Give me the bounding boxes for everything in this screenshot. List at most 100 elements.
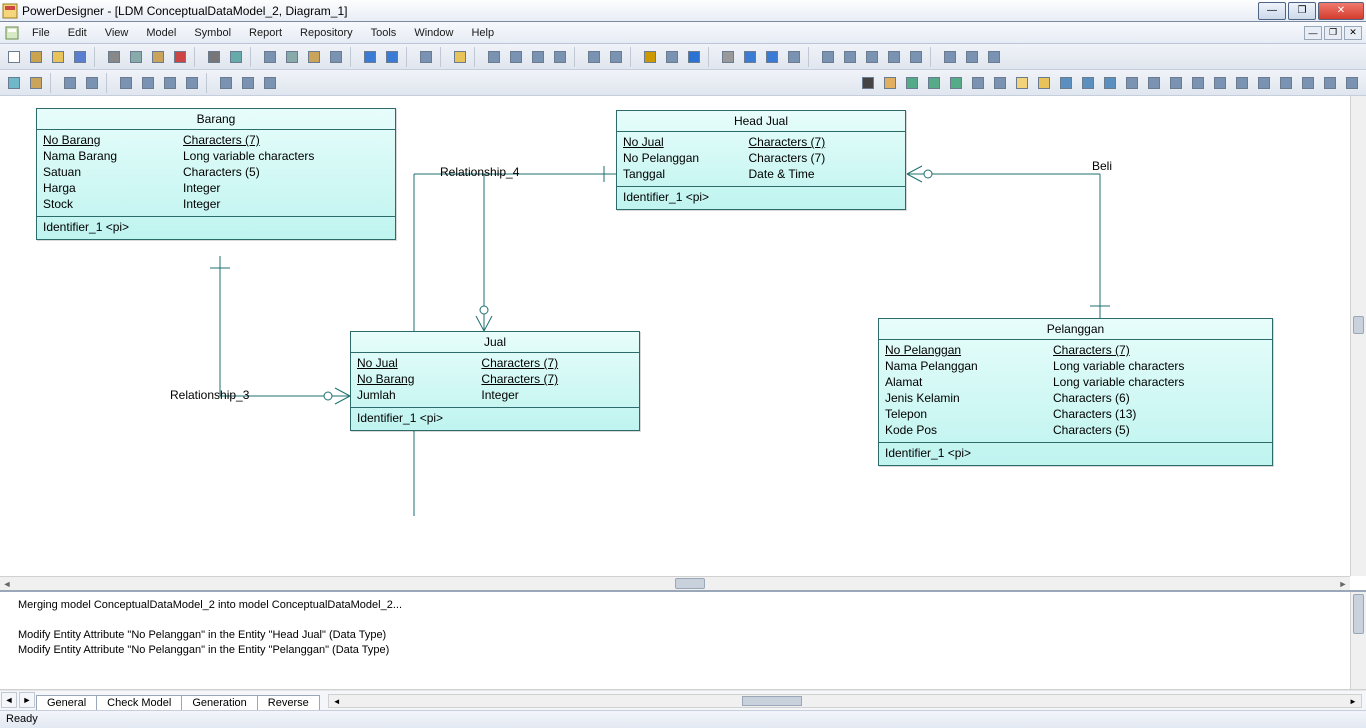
entity-headjual[interactable]: Head Jual No JualCharacters (7)No Pelang… bbox=[616, 110, 906, 210]
entity-barang-attr-2[interactable]: SatuanCharacters (5) bbox=[43, 164, 389, 180]
pkg2-icon[interactable] bbox=[238, 73, 258, 93]
menu-view[interactable]: View bbox=[97, 24, 137, 42]
cube-icon[interactable] bbox=[26, 73, 46, 93]
delete-icon[interactable] bbox=[170, 47, 190, 67]
zoomout-icon[interactable] bbox=[924, 73, 944, 93]
palette3-icon[interactable] bbox=[984, 47, 1004, 67]
diag1-icon[interactable] bbox=[116, 73, 136, 93]
redo-icon[interactable] bbox=[382, 47, 402, 67]
mdi-minimize-button[interactable]: — bbox=[1304, 26, 1322, 40]
entity-jual-attr-2[interactable]: JumlahInteger bbox=[357, 387, 633, 403]
pkg1-icon[interactable] bbox=[216, 73, 236, 93]
output-icon[interactable] bbox=[506, 47, 526, 67]
entity-jual-attr-0[interactable]: No JualCharacters (7) bbox=[357, 355, 633, 371]
grid5-icon[interactable] bbox=[906, 47, 926, 67]
project-icon[interactable] bbox=[26, 47, 46, 67]
cancel-icon[interactable] bbox=[326, 47, 346, 67]
zoomin-icon[interactable] bbox=[902, 73, 922, 93]
connector-icon[interactable] bbox=[1166, 73, 1186, 93]
curve-icon[interactable] bbox=[1254, 73, 1274, 93]
cut-icon[interactable] bbox=[104, 47, 124, 67]
entity-barang-attr-0[interactable]: No BarangCharacters (7) bbox=[43, 132, 389, 148]
output-tab-reverse[interactable]: Reverse bbox=[257, 695, 320, 710]
menu-repository[interactable]: Repository bbox=[292, 24, 361, 42]
lock-icon[interactable] bbox=[718, 47, 738, 67]
entity-pelanggan-attr-3[interactable]: Jenis KelaminCharacters (6) bbox=[885, 390, 1266, 406]
edit-icon[interactable] bbox=[640, 47, 660, 67]
grid4-icon[interactable] bbox=[884, 47, 904, 67]
doc-icon[interactable] bbox=[1122, 73, 1142, 93]
props-icon[interactable] bbox=[416, 47, 436, 67]
paste2-icon[interactable] bbox=[304, 47, 324, 67]
import1-icon[interactable] bbox=[60, 73, 80, 93]
output-tab-generation[interactable]: Generation bbox=[181, 695, 257, 710]
menu-model[interactable]: Model bbox=[138, 24, 184, 42]
menu-report[interactable]: Report bbox=[241, 24, 290, 42]
entity-headjual-attr-2[interactable]: TanggalDate & Time bbox=[623, 166, 899, 182]
cylinder-icon[interactable] bbox=[4, 73, 24, 93]
scissors-icon[interactable] bbox=[260, 47, 280, 67]
canvas-horizontal-scrollbar[interactable]: ◄ ► bbox=[0, 576, 1350, 590]
paste-icon[interactable] bbox=[148, 47, 168, 67]
entity-barang[interactable]: Barang No BarangCharacters (7)Nama Baran… bbox=[36, 108, 396, 240]
entity-headjual-attr-1[interactable]: No PelangganCharacters (7) bbox=[623, 150, 899, 166]
text-icon[interactable] bbox=[684, 47, 704, 67]
preview-icon[interactable] bbox=[226, 47, 246, 67]
rect-icon[interactable] bbox=[1188, 73, 1208, 93]
print-icon[interactable] bbox=[204, 47, 224, 67]
menu-file[interactable]: File bbox=[24, 24, 58, 42]
find-icon[interactable] bbox=[450, 47, 470, 67]
copy2-icon[interactable] bbox=[282, 47, 302, 67]
maximize-button[interactable]: ❐ bbox=[1288, 2, 1316, 20]
grid1-icon[interactable] bbox=[818, 47, 838, 67]
output-tab-prev-button[interactable]: ◄ bbox=[1, 692, 17, 708]
palette2-icon[interactable] bbox=[962, 47, 982, 67]
note-icon[interactable] bbox=[1012, 73, 1032, 93]
save-icon[interactable] bbox=[70, 47, 90, 67]
diag2-icon[interactable] bbox=[138, 73, 158, 93]
import2-icon[interactable] bbox=[82, 73, 102, 93]
pointer-icon[interactable] bbox=[858, 73, 878, 93]
menu-edit[interactable]: Edit bbox=[60, 24, 95, 42]
wizard2-icon[interactable] bbox=[606, 47, 626, 67]
folder-icon[interactable] bbox=[1034, 73, 1054, 93]
copy-icon[interactable] bbox=[126, 47, 146, 67]
browser-icon[interactable] bbox=[484, 47, 504, 67]
rrect2-icon[interactable] bbox=[1320, 73, 1340, 93]
entity-barang-attr-3[interactable]: HargaInteger bbox=[43, 180, 389, 196]
output-tab-next-button[interactable]: ► bbox=[19, 692, 35, 708]
rrect-icon[interactable] bbox=[1298, 73, 1318, 93]
home-icon[interactable] bbox=[968, 73, 988, 93]
link3-icon[interactable] bbox=[1100, 73, 1120, 93]
grid3-icon[interactable] bbox=[862, 47, 882, 67]
zoom-icon[interactable] bbox=[946, 73, 966, 93]
ellipse-icon[interactable] bbox=[1276, 73, 1296, 93]
entity-barang-attr-4[interactable]: StockInteger bbox=[43, 196, 389, 212]
left-arrow-icon[interactable] bbox=[740, 47, 760, 67]
entity-pelanggan-attr-1[interactable]: Nama PelangganLong variable characters bbox=[885, 358, 1266, 374]
hand-icon[interactable] bbox=[880, 73, 900, 93]
relationship-4-label[interactable]: Relationship_4 bbox=[440, 165, 519, 179]
polyline-icon[interactable] bbox=[1342, 73, 1362, 93]
right-arrow-icon[interactable] bbox=[762, 47, 782, 67]
canvas-vertical-scrollbar[interactable] bbox=[1350, 96, 1366, 576]
entity-pelanggan-attr-2[interactable]: AlamatLong variable characters bbox=[885, 374, 1266, 390]
rect2-icon[interactable] bbox=[1210, 73, 1230, 93]
output-horizontal-scrollbar[interactable]: ◄ ► bbox=[328, 694, 1362, 708]
line-icon[interactable] bbox=[1232, 73, 1252, 93]
welcome-icon[interactable] bbox=[550, 47, 570, 67]
menu-window[interactable]: Window bbox=[406, 24, 461, 42]
highlight-icon[interactable] bbox=[662, 47, 682, 67]
palette1-icon[interactable] bbox=[940, 47, 960, 67]
output-tab-check-model[interactable]: Check Model bbox=[96, 695, 182, 710]
pkg3-icon[interactable] bbox=[260, 73, 280, 93]
undo-icon[interactable] bbox=[360, 47, 380, 67]
menu-symbol[interactable]: Symbol bbox=[186, 24, 239, 42]
relationship-3-label[interactable]: Relationship_3 bbox=[170, 388, 249, 402]
entity-pelanggan[interactable]: Pelanggan No PelangganCharacters (7)Nama… bbox=[878, 318, 1273, 466]
link2-icon[interactable] bbox=[1078, 73, 1098, 93]
minimize-button[interactable]: — bbox=[1258, 2, 1286, 20]
link1-icon[interactable] bbox=[1056, 73, 1076, 93]
mdi-close-button[interactable]: ✕ bbox=[1344, 26, 1362, 40]
open-icon[interactable] bbox=[48, 47, 68, 67]
